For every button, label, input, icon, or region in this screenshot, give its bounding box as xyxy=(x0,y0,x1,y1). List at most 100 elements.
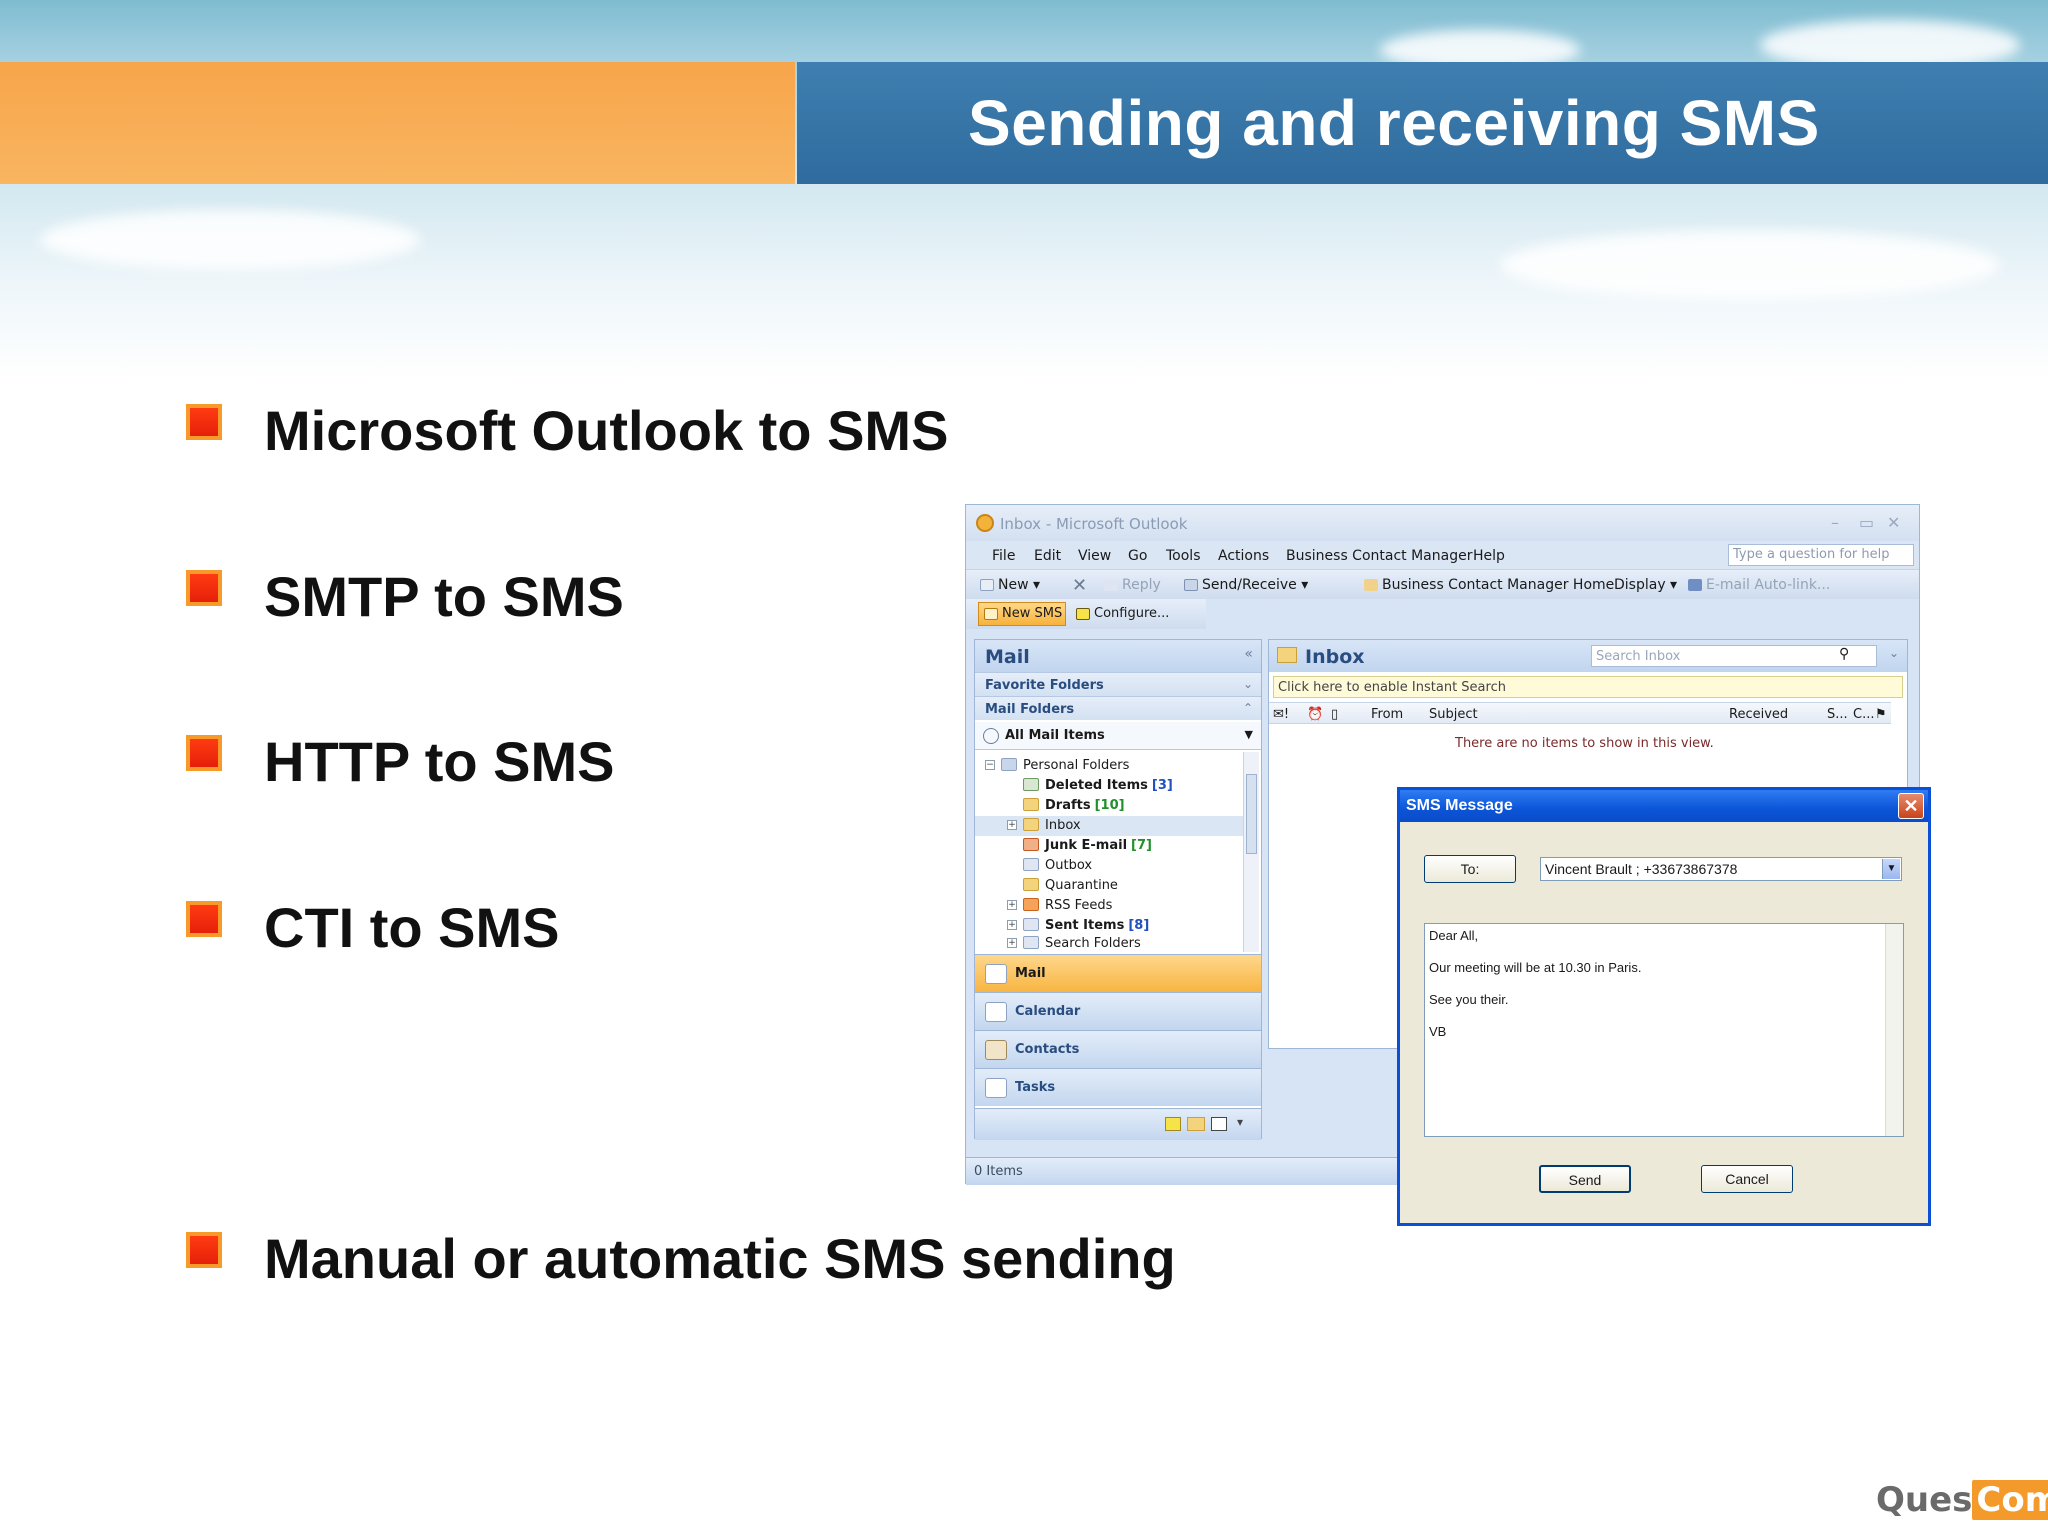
column-size[interactable]: S... xyxy=(1827,707,1848,722)
scrollbar-thumb[interactable] xyxy=(1246,774,1257,854)
tree-expand-icon[interactable]: + xyxy=(1007,820,1017,830)
chevron-down-icon[interactable]: ▼ xyxy=(1882,859,1900,879)
nav-button-mail-label: Mail xyxy=(1015,966,1046,981)
sms-dialog-titlebar: SMS Message ✕ xyxy=(1400,790,1928,822)
personal-folders-icon xyxy=(1001,758,1017,771)
recipient-combobox[interactable]: Vincent Brault ; +33673867378 ▼ xyxy=(1540,857,1902,881)
logo-part2: Com xyxy=(1972,1480,2048,1520)
close-icon[interactable]: ✕ xyxy=(1898,793,1924,819)
column-from[interactable]: From xyxy=(1371,707,1403,722)
menu-tools[interactable]: Tools xyxy=(1166,548,1201,564)
menu-business-contact-manager[interactable]: Business Contact Manager xyxy=(1286,548,1472,564)
home-icon xyxy=(1364,579,1378,591)
message-textarea[interactable]: Dear All, Our meeting will be at 10.30 i… xyxy=(1424,923,1904,1137)
mail-folders-section[interactable]: Mail Folders ⌃ xyxy=(975,696,1261,720)
bullet-text: Microsoft Outlook to SMS xyxy=(264,399,949,462)
folder-list-icon[interactable] xyxy=(1187,1117,1205,1131)
sms-dialog-title: SMS Message xyxy=(1406,797,1513,814)
nav-button-mail[interactable]: Mail xyxy=(975,954,1261,992)
column-categories[interactable]: C... xyxy=(1853,707,1874,722)
email-autolink-label: E-mail Auto-link... xyxy=(1706,577,1831,593)
nav-button-tasks[interactable]: Tasks xyxy=(975,1068,1261,1106)
menu-actions[interactable]: Actions xyxy=(1218,548,1269,564)
expand-search-icon[interactable]: ⌄ xyxy=(1889,646,1899,660)
flag-column-icon[interactable]: ⚑ xyxy=(1875,707,1887,722)
column-subject[interactable]: Subject xyxy=(1429,707,1478,722)
outlook-app-icon xyxy=(976,514,994,532)
message-scrollbar[interactable] xyxy=(1885,924,1903,1136)
menu-go[interactable]: Go xyxy=(1128,548,1147,564)
folder-quarantine[interactable]: Quarantine xyxy=(1045,878,1118,893)
help-search-input[interactable]: Type a question for help xyxy=(1728,544,1914,566)
folder-search-folders[interactable]: Search Folders xyxy=(1045,936,1141,951)
menu-file[interactable]: File xyxy=(992,548,1015,564)
search-icon[interactable]: ⚲ xyxy=(1839,646,1849,662)
reminder-column-icon[interactable]: ⏰ xyxy=(1307,707,1323,722)
search-inbox-input[interactable]: Search Inbox xyxy=(1591,645,1877,667)
bullet-text: CTI to SMS xyxy=(264,896,560,959)
folder-outbox[interactable]: Outbox xyxy=(1045,858,1092,873)
notes-icon[interactable] xyxy=(1165,1117,1181,1131)
close-icon[interactable]: ✕ xyxy=(1887,513,1900,532)
maximize-icon[interactable]: ▭ xyxy=(1859,513,1874,532)
shortcuts-icon[interactable] xyxy=(1211,1117,1227,1131)
favorite-folders-section[interactable]: Favorite Folders ⌄ xyxy=(975,672,1261,696)
folder-junk-email[interactable]: Junk E-mail [7] xyxy=(1045,838,1152,853)
instant-search-bar[interactable]: Click here to enable Instant Search xyxy=(1273,676,1903,698)
bullet-marker xyxy=(186,901,222,937)
tree-expand-icon[interactable]: + xyxy=(1007,938,1017,948)
folder-scrollbar[interactable] xyxy=(1243,752,1259,952)
nav-header-title: Mail xyxy=(985,646,1030,668)
folder-rss-feeds[interactable]: RSS Feeds xyxy=(1045,898,1112,913)
sent-items-icon xyxy=(1023,918,1039,931)
nav-button-calendar-label: Calendar xyxy=(1015,1004,1081,1019)
configure-label: Configure... xyxy=(1094,606,1170,621)
send-receive-button[interactable]: Send/Receive ▾ xyxy=(1184,577,1308,593)
collapse-pane-icon[interactable]: « xyxy=(1244,646,1253,662)
attachment-column-icon[interactable]: ▯ xyxy=(1331,707,1338,722)
empty-inbox-message: There are no items to show in this view. xyxy=(1455,736,1714,751)
reply-button[interactable]: Reply xyxy=(1104,577,1161,593)
bcm-home-button[interactable]: Business Contact Manager Home xyxy=(1364,577,1614,593)
calendar-icon xyxy=(985,1002,1007,1022)
column-headers: ✉! ⏰ ▯ From Subject Received S... C... ⚑ xyxy=(1269,702,1891,724)
send-button[interactable]: Send xyxy=(1539,1165,1631,1193)
importance-column-icon[interactable]: ✉! xyxy=(1273,707,1289,722)
folder-drafts[interactable]: Drafts [10] xyxy=(1045,798,1125,813)
menu-help[interactable]: Help xyxy=(1473,548,1505,564)
new-button[interactable]: New ▾ xyxy=(980,577,1040,593)
sms-envelope-icon xyxy=(984,607,998,620)
junk-mail-icon xyxy=(1023,838,1039,851)
bcm-home-label: Business Contact Manager Home xyxy=(1382,577,1615,593)
nav-button-calendar[interactable]: Calendar xyxy=(975,992,1261,1030)
folder-count: [7] xyxy=(1131,838,1152,853)
folder-personal-folders[interactable]: Personal Folders xyxy=(1023,758,1129,773)
delete-icon[interactable]: ✕ xyxy=(1072,575,1087,596)
message-line: Dear All, xyxy=(1429,928,1479,943)
nav-button-contacts[interactable]: Contacts xyxy=(975,1030,1261,1068)
expand-icon[interactable]: ⌄ xyxy=(1243,677,1253,691)
minimize-icon[interactable]: – xyxy=(1831,513,1839,532)
folder-inbox[interactable]: Inbox xyxy=(1045,818,1081,833)
new-sms-button-content[interactable]: New SMS xyxy=(984,606,1062,621)
collapse-icon[interactable]: ⌃ xyxy=(1243,701,1253,715)
bullet-text: HTTP to SMS xyxy=(264,730,615,793)
all-mail-items-selector[interactable]: All Mail Items ▼ xyxy=(975,722,1261,750)
tree-collapse-icon[interactable]: − xyxy=(985,760,995,770)
to-button[interactable]: To: xyxy=(1424,855,1516,883)
column-received[interactable]: Received xyxy=(1729,707,1788,722)
configure-button[interactable]: Configure... xyxy=(1076,606,1169,621)
menu-view[interactable]: View xyxy=(1078,548,1111,564)
chevron-down-icon[interactable]: ▼ xyxy=(1245,728,1253,741)
display-button[interactable]: Display ▾ xyxy=(1614,577,1677,593)
email-autolink-button[interactable]: E-mail Auto-link... xyxy=(1688,577,1830,593)
tree-expand-icon[interactable]: + xyxy=(1007,920,1017,930)
tree-expand-icon[interactable]: + xyxy=(1007,900,1017,910)
cancel-button[interactable]: Cancel xyxy=(1701,1165,1793,1193)
outbox-icon xyxy=(1023,858,1039,871)
folder-deleted-items[interactable]: Deleted Items [3] xyxy=(1045,778,1173,793)
configure-buttons-icon[interactable]: ▾ xyxy=(1237,1115,1243,1129)
folder-sent-items[interactable]: Sent Items [8] xyxy=(1045,918,1149,933)
navigation-pane: Mail « Favorite Folders ⌄ Mail Folders ⌃… xyxy=(974,639,1262,1140)
menu-edit[interactable]: Edit xyxy=(1034,548,1061,564)
